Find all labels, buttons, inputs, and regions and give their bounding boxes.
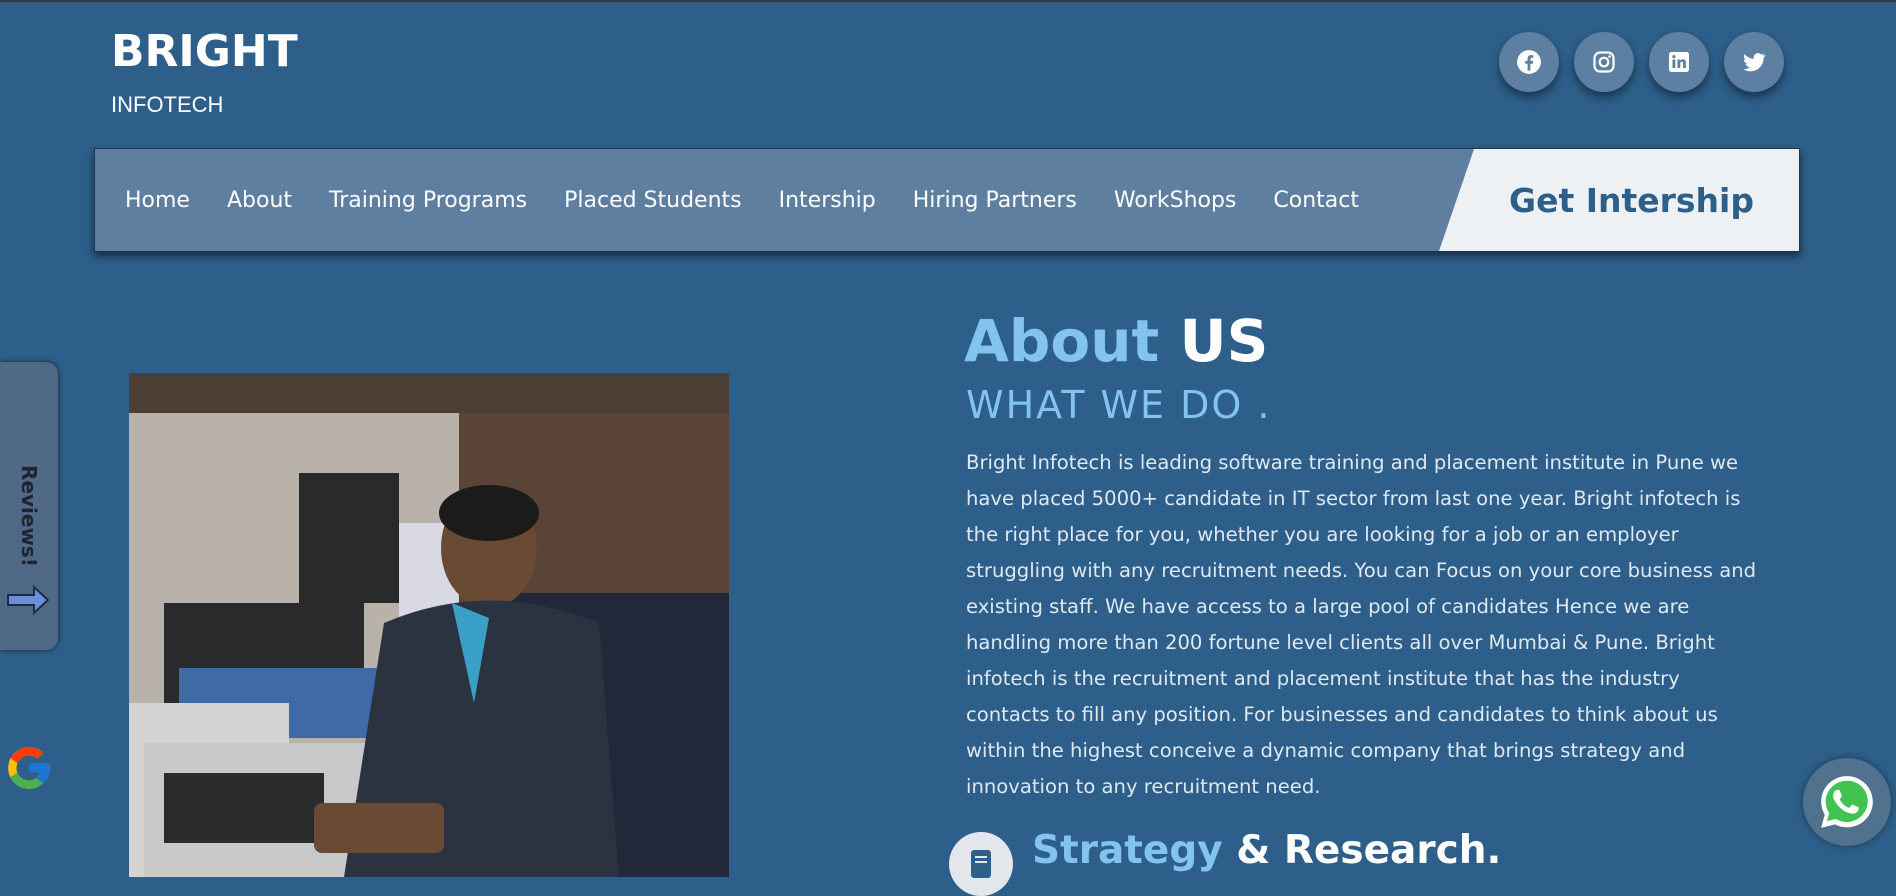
reviews-label: Reviews! (17, 465, 41, 567)
reviews-label-wrap: Reviews! (16, 465, 42, 567)
twitter-icon (1743, 53, 1766, 72)
strategy-heading-rest: & Research. (1236, 828, 1502, 873)
strategy-badge (949, 832, 1013, 896)
get-intership-label: Get Intership (1508, 180, 1754, 220)
book-icon (971, 850, 991, 878)
google-icon (8, 747, 50, 789)
linkedin-icon (1669, 52, 1689, 72)
nav-workshops[interactable]: WorkShops (1114, 188, 1237, 213)
linkedin-button[interactable] (1649, 32, 1709, 92)
instagram-button[interactable] (1574, 32, 1634, 92)
strategy-heading-accent: Strategy (1032, 828, 1223, 873)
nav-intership[interactable]: Intership (779, 188, 876, 213)
main-navbar: Home About Training Programs Placed Stud… (94, 148, 1800, 252)
strategy-heading: Strategy & Research. (1032, 828, 1501, 874)
whatsapp-button[interactable] (1803, 758, 1891, 846)
brand-subtitle: INFOTECH (111, 92, 224, 117)
twitter-button[interactable] (1724, 32, 1784, 92)
nav-home[interactable]: Home (125, 188, 190, 213)
about-heading-accent: About (964, 307, 1160, 375)
arrow-right-icon (7, 584, 50, 616)
nav-placed-students[interactable]: Placed Students (564, 188, 742, 213)
nav-about[interactable]: About (227, 188, 292, 213)
top-border (0, 0, 1896, 2)
social-links (1499, 32, 1784, 92)
brand-title[interactable]: BRIGHT (111, 28, 298, 76)
about-heading-rest: US (1179, 307, 1269, 375)
nav-links: Home About Training Programs Placed Stud… (125, 149, 1396, 251)
facebook-icon (1517, 50, 1541, 74)
nav-training-programs[interactable]: Training Programs (329, 188, 527, 213)
whatsapp-icon (1821, 776, 1873, 828)
facebook-button[interactable] (1499, 32, 1559, 92)
about-heading: About US (964, 308, 1268, 374)
reviews-tab[interactable]: Reviews! (0, 362, 58, 789)
nav-contact[interactable]: Contact (1273, 188, 1359, 213)
about-paragraph: Bright Infotech is leading software trai… (966, 451, 1757, 798)
office-photo (129, 373, 729, 877)
what-we-do-subheading: WHAT WE DO . (966, 383, 1272, 427)
get-intership-button[interactable]: Get Intership (1439, 149, 1799, 251)
instagram-icon (1593, 51, 1615, 73)
nav-hiring-partners[interactable]: Hiring Partners (913, 188, 1077, 213)
